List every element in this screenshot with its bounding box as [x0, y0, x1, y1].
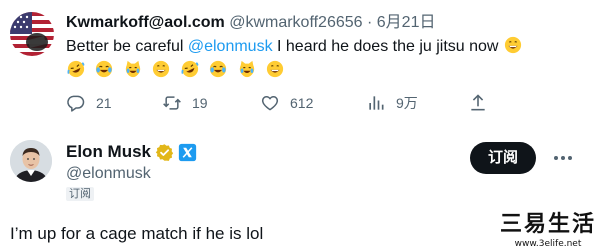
tears-of-joy-emoji-icon: [96, 60, 113, 78]
avatar[interactable]: [10, 140, 52, 182]
retweet-icon: [163, 96, 181, 110]
retweet-count: 19: [192, 95, 208, 111]
main-display-name[interactable]: Elon Musk: [66, 142, 151, 162]
grinning-face-emoji-icon: [267, 60, 284, 78]
mention-link[interactable]: @elonmusk: [188, 38, 273, 55]
analytics-icon: [369, 96, 384, 110]
share-button[interactable]: [468, 92, 488, 114]
main-name-row: Elon Musk: [66, 142, 197, 162]
grinning-face-emoji-icon: [504, 36, 522, 54]
emoji-row: [66, 60, 586, 82]
avatar[interactable]: [10, 12, 54, 56]
watermark-url: www.3elife.net: [514, 239, 582, 249]
more-options-button[interactable]: [548, 146, 578, 170]
profile-photo-image: [10, 140, 52, 182]
reply-handle[interactable]: @kwmarkoff26656: [229, 14, 362, 31]
rolling-laughing-emoji-icon: [181, 60, 199, 78]
grinning-cat-emoji-icon: [125, 60, 141, 78]
main-tweet-text: I’m up for a cage match if he is lol: [10, 224, 264, 243]
flag-avatar-image: [10, 12, 54, 56]
watermark-title: 三易生活: [499, 212, 596, 237]
reply-date[interactable]: 6月21日: [377, 14, 436, 31]
like-count: 612: [290, 95, 314, 111]
reply-icon: [67, 95, 85, 112]
main-handle[interactable]: @elonmusk: [66, 164, 151, 184]
views-count: 9万: [396, 95, 418, 111]
share-icon: [471, 94, 485, 111]
reply-count: 21: [96, 95, 112, 111]
tears-of-joy-emoji-icon: [210, 60, 227, 78]
tweet-actions: 21 19 612 9万: [66, 92, 496, 114]
subscribe-button[interactable]: 订阅: [470, 142, 536, 174]
heart-icon: [261, 96, 279, 111]
reply-tweet-header: Kwmarkoff@aol.com @kwmarkoff26656 · 6月21…: [66, 12, 435, 34]
views-button[interactable]: 9万: [366, 92, 418, 114]
reply-button[interactable]: 21: [66, 92, 112, 114]
retweet-button[interactable]: 19: [162, 92, 208, 114]
like-button[interactable]: 612: [260, 92, 313, 114]
rolling-laughing-emoji-icon: [67, 60, 85, 78]
reply-text-before: Better be careful: [66, 38, 188, 55]
reply-text-after: I heard he does the ju jitsu now: [272, 38, 499, 55]
reply-tweet-text: Better be careful @elonmusk I heard he d…: [66, 36, 586, 82]
header-separator: ·: [367, 14, 373, 31]
more-dots-icon: [554, 156, 572, 160]
grinning-face-emoji-icon: [153, 60, 170, 78]
watermark: 三易生活 www.3elife.net: [498, 212, 598, 252]
grinning-cat-emoji-icon: [239, 60, 254, 78]
reply-display-name[interactable]: Kwmarkoff@aol.com: [66, 14, 225, 31]
reply-tweet[interactable]: Kwmarkoff@aol.com @kwmarkoff26656 · 6月21…: [0, 0, 600, 125]
verified-gold-icon[interactable]: [155, 143, 174, 162]
x-logo-icon[interactable]: [178, 143, 197, 162]
subscriber-tag: 订阅: [66, 187, 94, 201]
